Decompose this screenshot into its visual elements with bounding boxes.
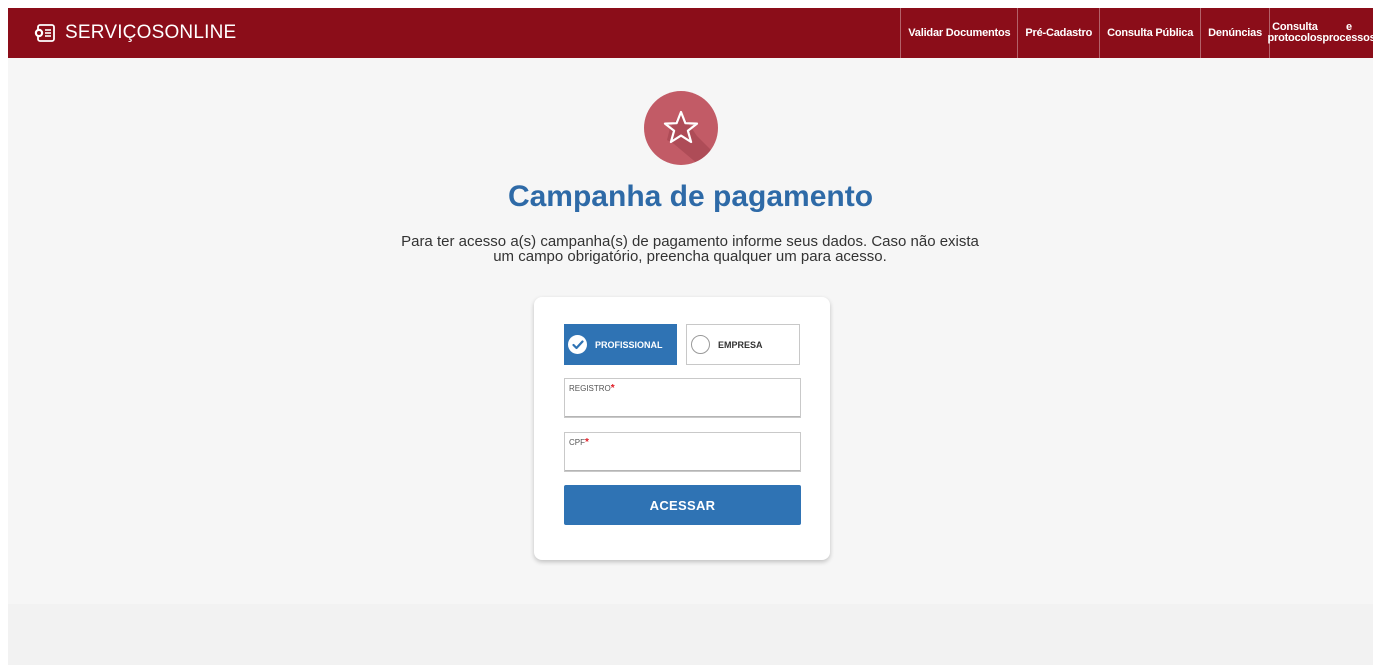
nav-consulta-protocolos[interactable]: Consulta protocolos e processos <box>1267 8 1373 58</box>
registro-label-text: REGISTRO <box>569 384 611 393</box>
acessar-button[interactable]: ACESSAR <box>564 485 801 525</box>
radio-empty-icon <box>691 335 710 354</box>
nav-pre-cadastro[interactable]: Pré-Cadastro <box>1017 8 1099 58</box>
access-form-card: PROFISSIONAL EMPRESA REGISTRO* CPF* ACES… <box>534 297 830 560</box>
option-profissional-label: PROFISSIONAL <box>595 339 663 350</box>
brand-name: SERVIÇOSONLINE <box>65 22 237 43</box>
cpf-input[interactable] <box>569 449 795 469</box>
required-asterisk: * <box>585 437 589 448</box>
top-navbar: SERVIÇOSONLINE Validar Documentos Pré-Ca… <box>8 8 1373 58</box>
page-frame: SERVIÇOSONLINE Validar Documentos Pré-Ca… <box>8 8 1373 665</box>
registro-input[interactable] <box>569 395 795 415</box>
check-circle-icon <box>568 335 587 354</box>
subtitle-line-2: um campo obrigatório, preencha qualquer … <box>493 248 887 265</box>
option-profissional[interactable]: PROFISSIONAL <box>564 324 677 365</box>
registro-label: REGISTRO* <box>569 383 615 394</box>
cpf-label-text: CPF <box>569 438 585 447</box>
nav-consulta-protocolos-line2: e processos <box>1322 21 1373 44</box>
brand-logo[interactable]: SERVIÇOSONLINE <box>34 20 236 46</box>
option-empresa[interactable]: EMPRESA <box>686 324 800 365</box>
page-subtitle: Para ter acesso a(s) campanha(s) de paga… <box>340 234 1040 264</box>
nav-validar-documentos[interactable]: Validar Documentos <box>900 8 1017 58</box>
page-footer-area <box>8 604 1373 665</box>
cpf-field: CPF* <box>564 432 801 472</box>
campaign-badge <box>644 91 718 165</box>
page-title: Campanha de pagamento <box>507 180 874 213</box>
nav-consulta-protocolos-line1: Consulta protocolos <box>1267 21 1323 44</box>
main-nav: Validar Documentos Pré-Cadastro Consulta… <box>900 8 1373 58</box>
nav-consulta-publica[interactable]: Consulta Pública <box>1099 8 1200 58</box>
nav-denuncias[interactable]: Denúncias <box>1200 8 1269 58</box>
registro-field: REGISTRO* <box>564 378 801 418</box>
required-asterisk: * <box>610 383 615 394</box>
star-icon <box>663 110 718 165</box>
cpf-label: CPF* <box>569 437 589 448</box>
document-logo-icon <box>34 24 55 42</box>
option-empresa-label: EMPRESA <box>718 339 763 350</box>
